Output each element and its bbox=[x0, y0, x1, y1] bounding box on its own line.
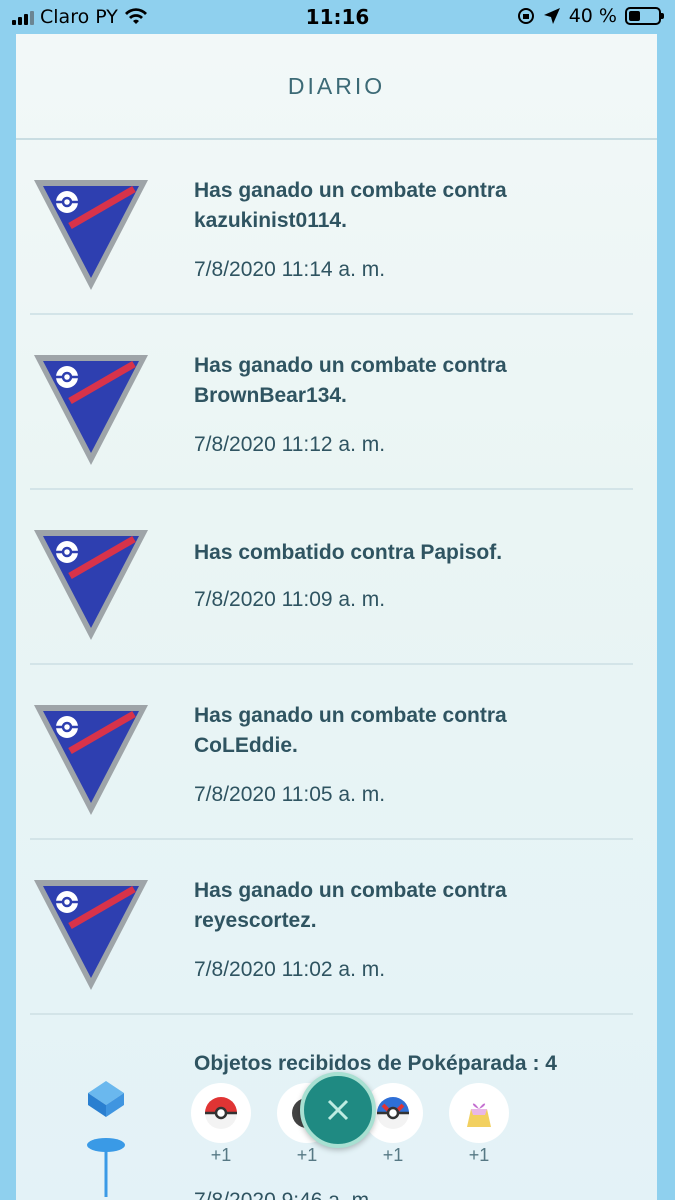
rotation-lock-icon bbox=[517, 8, 534, 24]
item-count: +1 bbox=[382, 1145, 404, 1165]
journal-header: DIARIO bbox=[16, 34, 657, 140]
close-icon bbox=[327, 1099, 349, 1121]
journal-entry[interactable]: Has ganado un combate contra kazukinist0… bbox=[30, 140, 633, 315]
battery-percentage: 40 % bbox=[568, 5, 617, 27]
journal-panel[interactable]: DIARIO Has ganado un combate contra kazu… bbox=[16, 34, 657, 1200]
close-button[interactable] bbox=[300, 1072, 376, 1148]
item-slot: +1 bbox=[448, 1083, 510, 1166]
great-league-icon bbox=[34, 705, 148, 815]
great-league-icon bbox=[34, 180, 148, 290]
journal-entry[interactable]: Has ganado un combate contra CoLEddie. 7… bbox=[30, 665, 633, 840]
pokestop-cube-icon bbox=[88, 1081, 124, 1117]
journal-entry[interactable]: Has combatido contra Papisof. 7/8/2020 1… bbox=[30, 490, 633, 665]
item-count: +1 bbox=[296, 1145, 318, 1165]
entry-date: 7/8/2020 11:14 a. m. bbox=[194, 258, 386, 281]
item-count: +1 bbox=[210, 1145, 232, 1165]
journal-entry[interactable]: Has ganado un combate contra BrownBear13… bbox=[30, 315, 633, 490]
entry-date: 7/8/2020 11:12 a. m. bbox=[194, 433, 386, 456]
pokestop-icon bbox=[87, 1138, 125, 1197]
poke-ball-icon bbox=[205, 1097, 237, 1129]
entry-text: Has ganado un combate contra BrownBear13… bbox=[194, 354, 507, 407]
gift-icon bbox=[467, 1103, 491, 1127]
entry-date: 7/8/2020 11:09 a. m. bbox=[194, 588, 386, 611]
entry-date: 7/8/2020 9:46 a. m. bbox=[194, 1189, 375, 1200]
great-ball-icon bbox=[377, 1097, 409, 1129]
entry-text: Has ganado un combate contra kazukinist0… bbox=[194, 179, 507, 232]
item-slot: +1 bbox=[190, 1083, 252, 1166]
journal-entry[interactable]: Has ganado un combate contra reyescortez… bbox=[30, 840, 633, 1015]
great-league-icon bbox=[34, 530, 148, 640]
great-league-icon bbox=[34, 355, 148, 465]
entry-text: Has ganado un combate contra CoLEddie. bbox=[194, 704, 507, 757]
great-league-icon bbox=[34, 880, 148, 990]
item-count: +1 bbox=[468, 1145, 490, 1165]
status-bar: Claro PY 11:16 40 % bbox=[0, 0, 675, 34]
entry-date: 7/8/2020 11:02 a. m. bbox=[194, 958, 386, 981]
page-title: DIARIO bbox=[287, 72, 386, 99]
battery-icon bbox=[625, 7, 664, 25]
entry-date: 7/8/2020 11:05 a. m. bbox=[194, 783, 386, 806]
entry-text: Has combatido contra Papisof. bbox=[194, 541, 503, 564]
entry-text: Has ganado un combate contra reyescortez… bbox=[194, 879, 507, 932]
entry-text: Objetos recibidos de Poképarada : 4 bbox=[194, 1052, 557, 1075]
location-icon bbox=[543, 8, 560, 24]
